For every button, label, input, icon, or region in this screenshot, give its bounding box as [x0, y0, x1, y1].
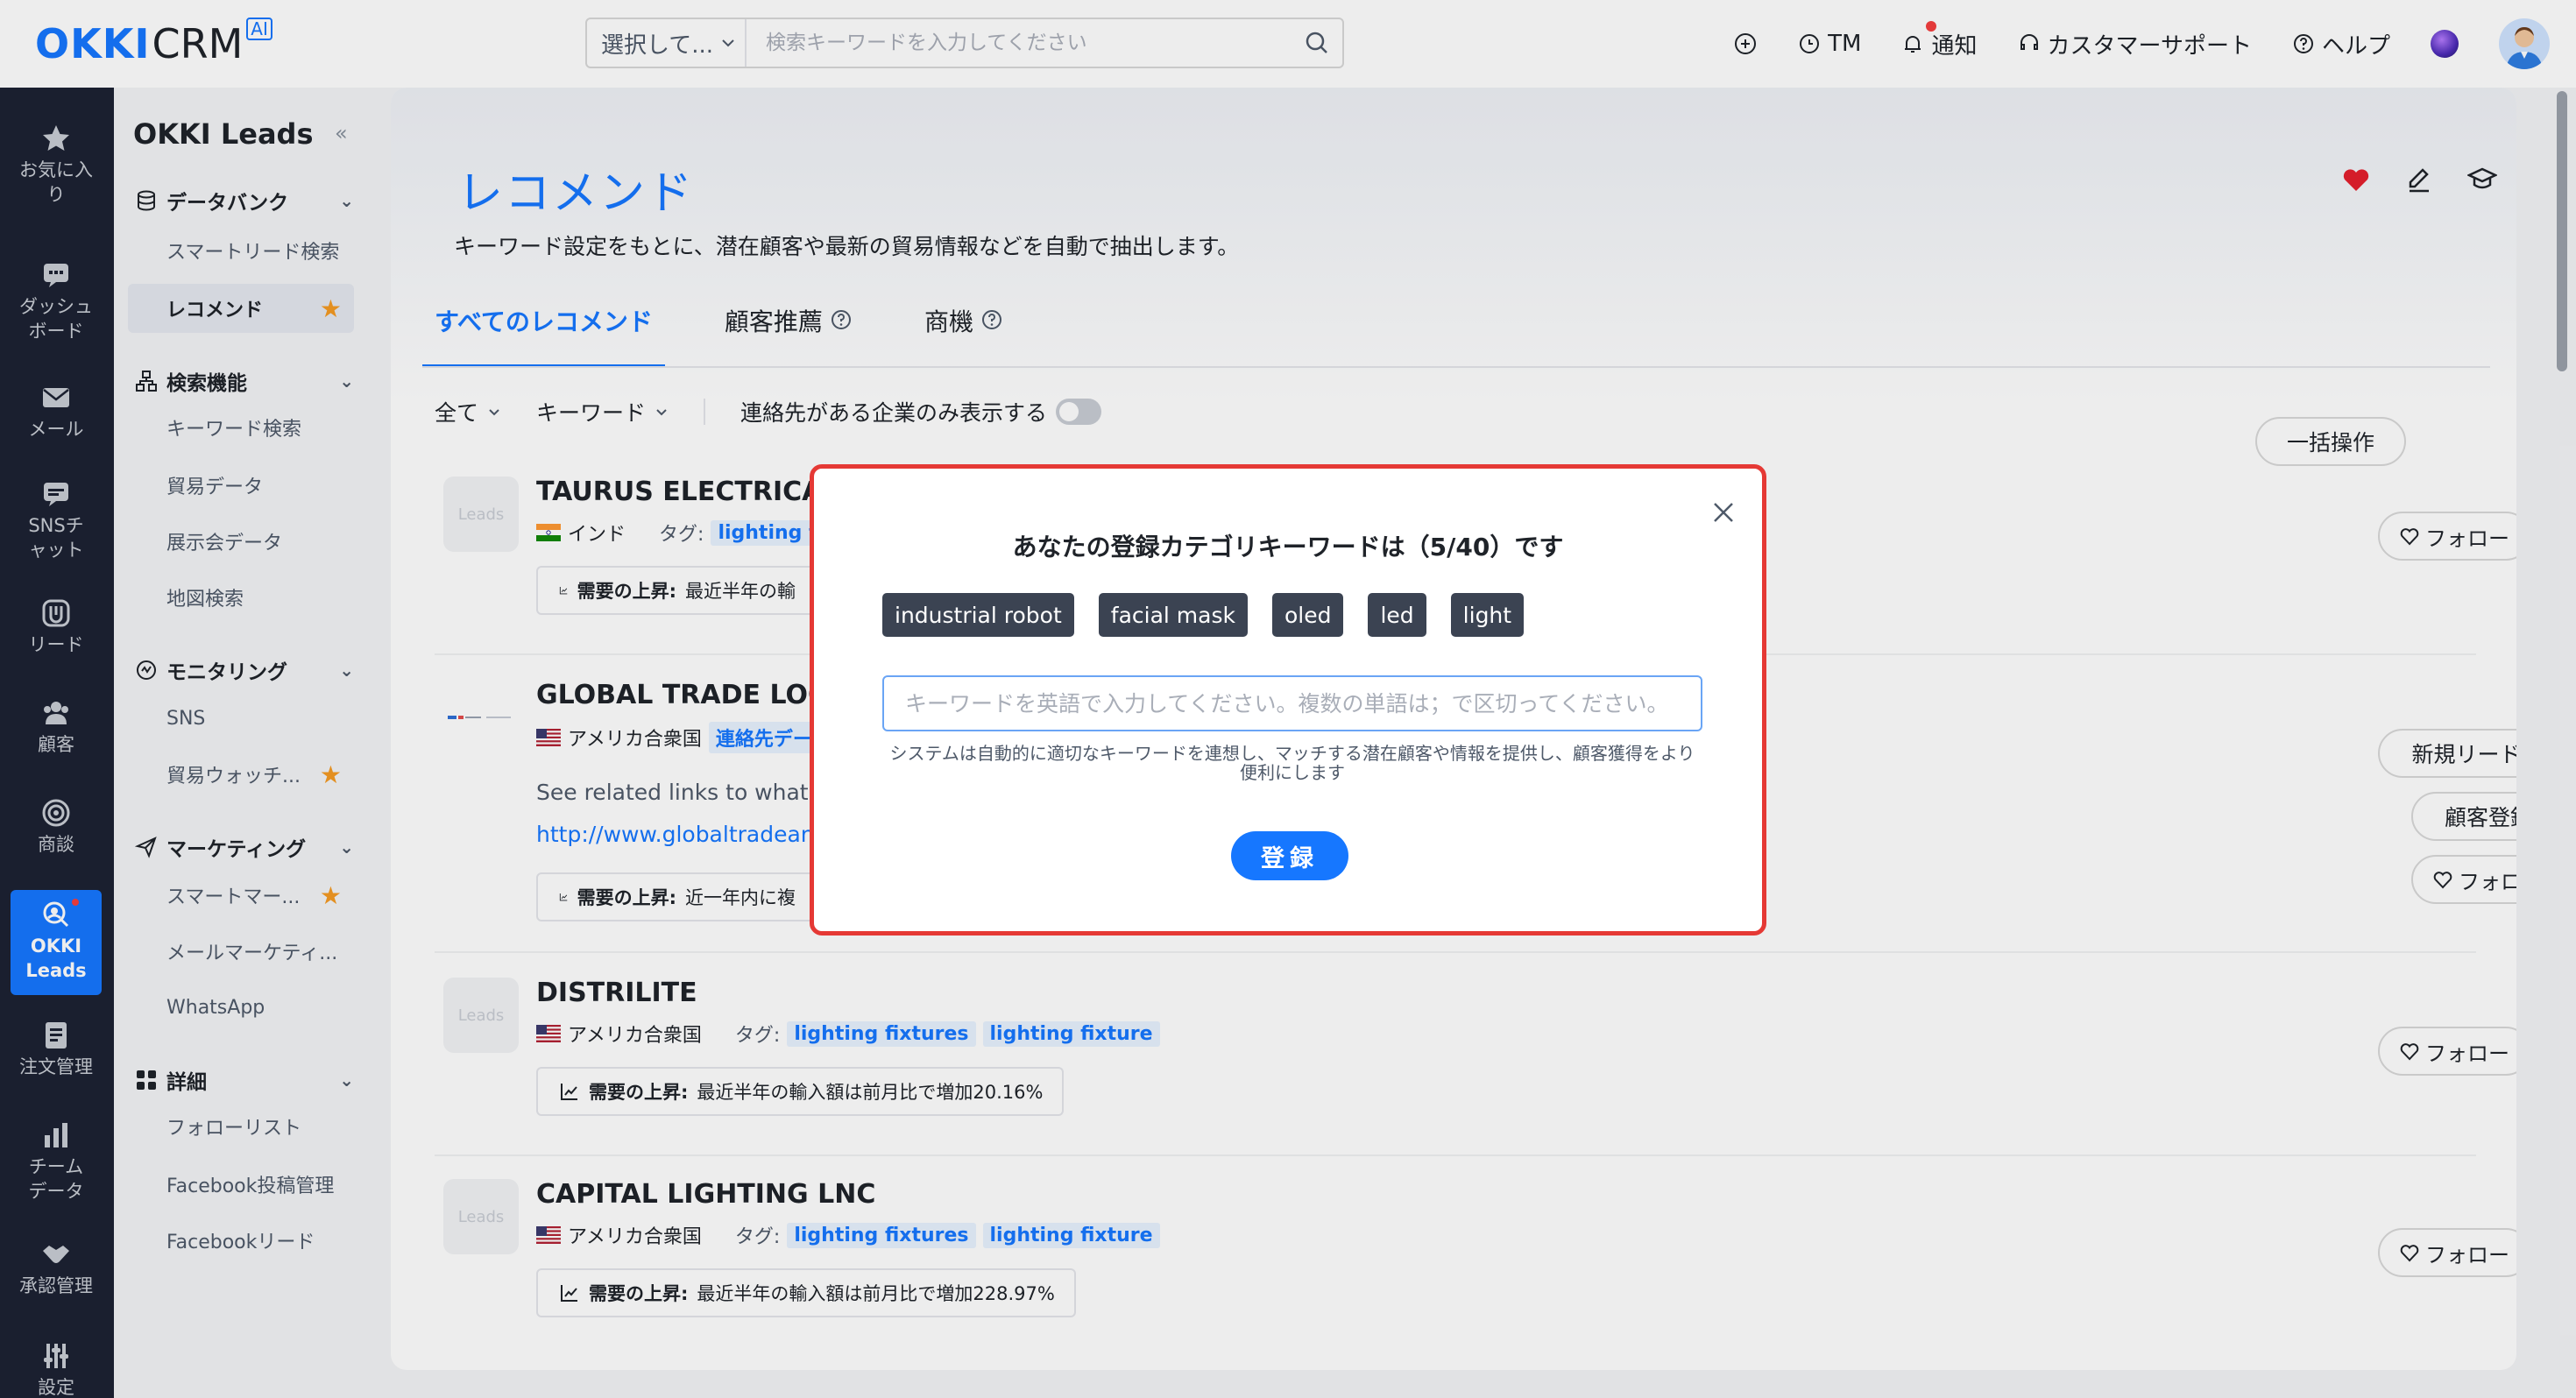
keyword-chip[interactable]: industrial robot [882, 593, 1074, 637]
keyword-chip[interactable]: light [1450, 593, 1525, 637]
keyword-input[interactable] [882, 675, 1702, 731]
close-icon[interactable] [1711, 500, 1736, 525]
keyword-chip[interactable]: led [1368, 593, 1426, 637]
keyword-hint: システムは自動的に適切なキーワードを連想し、マッチする潜在顧客や情報を提供し、顧… [889, 743, 1695, 783]
keyword-register-modal: あなたの登録カテゴリキーワードは（5/40）です industrial robo… [810, 464, 1766, 936]
modal-title: あなたの登録カテゴリキーワードは（5/40）です [1012, 533, 1564, 561]
registered-keywords: industrial robot facial mask oled led li… [882, 593, 1525, 637]
keyword-chip[interactable]: facial mask [1098, 593, 1248, 637]
register-button[interactable]: 登録 [1231, 831, 1348, 880]
keyword-chip[interactable]: oled [1271, 593, 1344, 637]
page-scrollbar[interactable] [2557, 91, 2567, 371]
